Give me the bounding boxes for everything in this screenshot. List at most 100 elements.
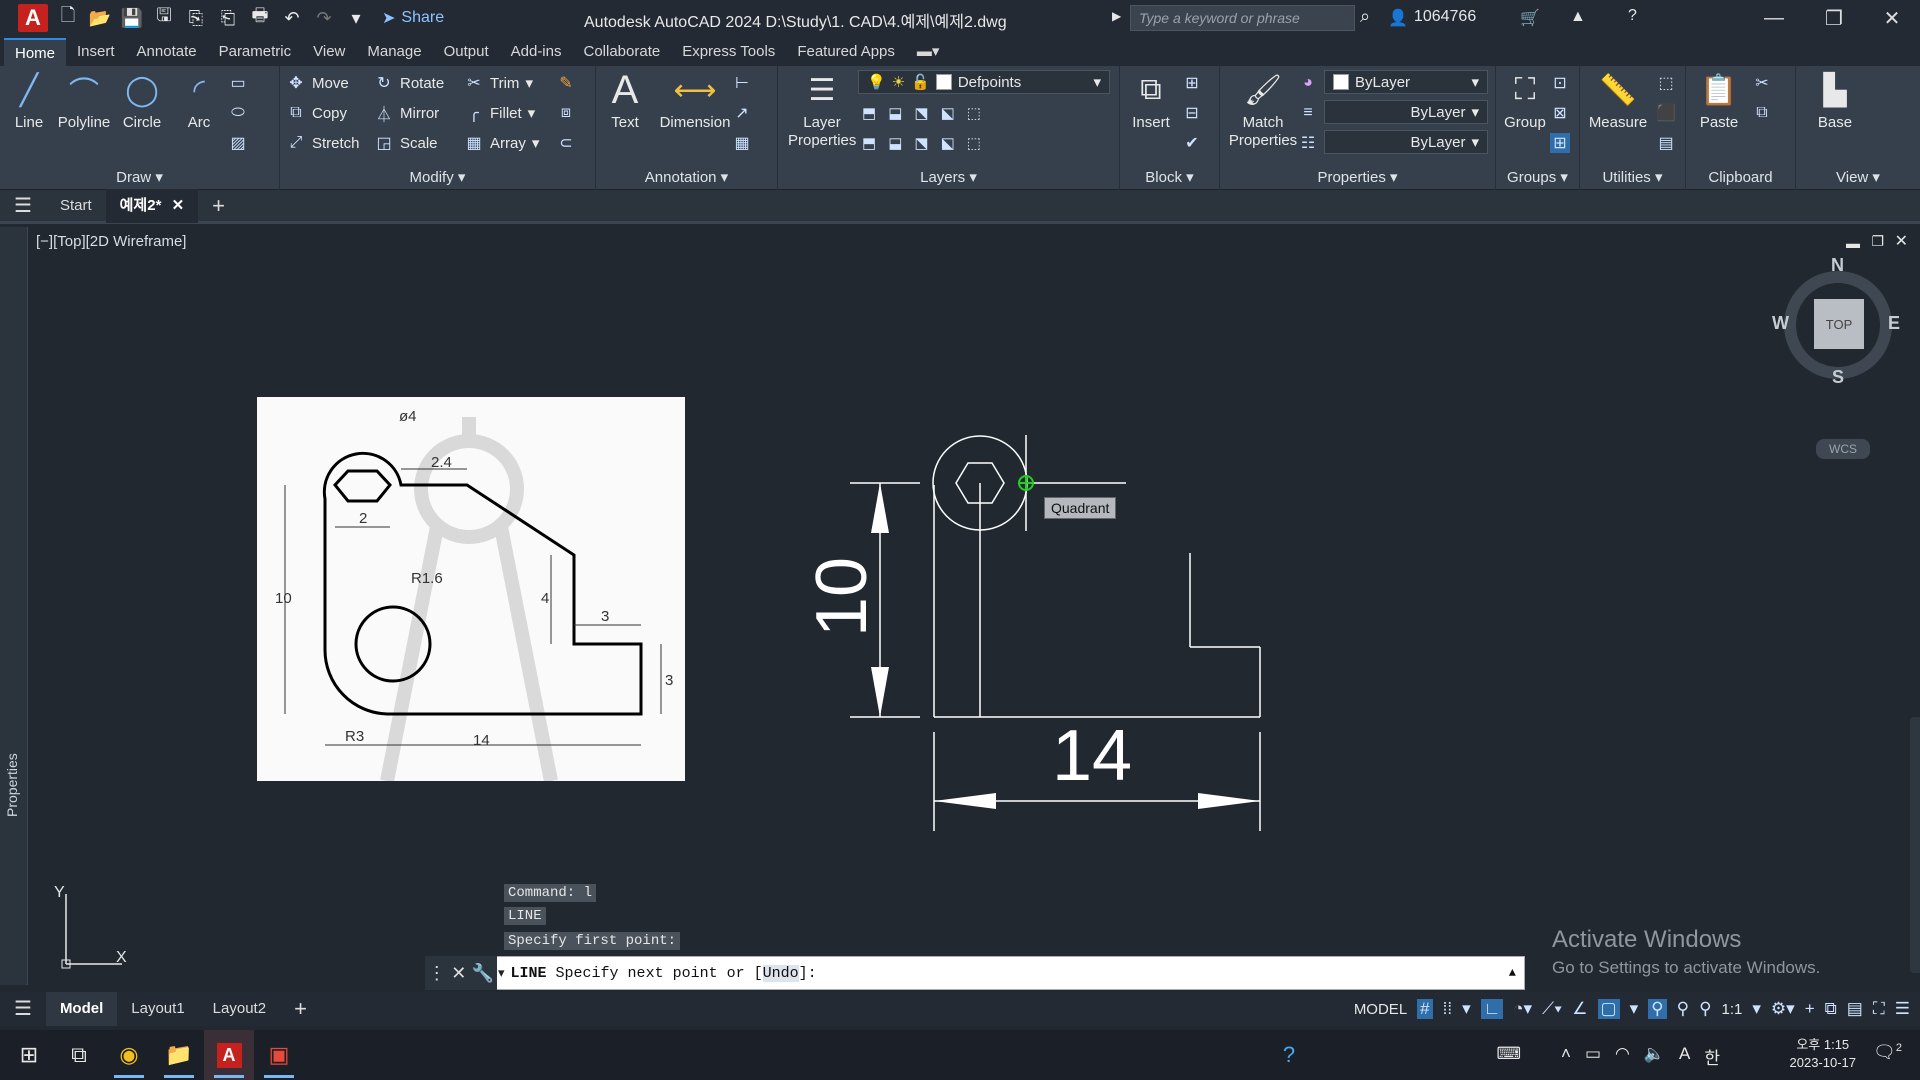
wcs-menu[interactable]: WCS bbox=[1816, 439, 1870, 459]
annotation-panel-title[interactable]: Annotation ▾ bbox=[596, 168, 777, 186]
ellipse-icon[interactable]: ⬭ bbox=[228, 100, 248, 126]
view-panel-title[interactable]: View ▾ bbox=[1796, 168, 1920, 186]
snap-icon[interactable]: ⁞⁞ bbox=[1443, 999, 1452, 1019]
circle-button[interactable]: ◯ Circle bbox=[113, 70, 171, 132]
polar-icon[interactable]: ◔▾ bbox=[1513, 999, 1532, 1019]
command-line[interactable]: ▾ LINE Specify next point or [Undo]: ▲ bbox=[425, 956, 1525, 990]
system-clock[interactable]: 오후 1:15 2023-10-17 bbox=[1790, 1036, 1857, 1072]
annotation-scale-icon[interactable]: ⚲ bbox=[1699, 999, 1711, 1019]
navigation-bar[interactable] bbox=[1910, 717, 1920, 973]
autocad-taskbar-icon[interactable]: A bbox=[204, 1030, 254, 1080]
annotation-scale-value[interactable]: 1:1 bbox=[1722, 1001, 1743, 1018]
arc-button[interactable]: ◜ Arc bbox=[170, 70, 228, 132]
compass-south[interactable]: S bbox=[1832, 367, 1844, 388]
viewcube-top-face[interactable]: TOP bbox=[1814, 299, 1864, 349]
tab-parametric[interactable]: Parametric bbox=[208, 38, 303, 66]
command-history-toggle-icon[interactable]: ▲ bbox=[1509, 966, 1516, 980]
move-button[interactable]: ✥ Move bbox=[286, 70, 348, 96]
undo-option[interactable]: Undo bbox=[762, 964, 799, 982]
block-attributes-icon[interactable]: ✔ bbox=[1182, 130, 1202, 156]
help-badge-icon[interactable]: ? bbox=[1264, 1030, 1314, 1080]
compass-north[interactable]: N bbox=[1831, 255, 1844, 276]
volume-icon[interactable]: 🔈 bbox=[1644, 1044, 1665, 1069]
open-web-icon[interactable]: ⎘ bbox=[184, 6, 208, 30]
copy-clip-icon[interactable]: ⧉ bbox=[1752, 100, 1772, 126]
ribbon-minimize-icon[interactable]: ▬▾ bbox=[906, 38, 951, 66]
rectangle-icon[interactable]: ▭ bbox=[228, 70, 248, 96]
insert-button[interactable]: ⧉ Insert bbox=[1122, 70, 1180, 131]
line-button[interactable]: ╱ Line bbox=[0, 70, 58, 132]
command-customize-icon[interactable]: 🔧 bbox=[472, 963, 494, 984]
tab-view[interactable]: View bbox=[302, 38, 356, 66]
calculator-icon[interactable]: ▤ bbox=[1656, 130, 1676, 156]
polyline-button[interactable]: ⌒ Polyline bbox=[52, 70, 116, 131]
groups-panel-title[interactable]: Groups ▾ bbox=[1496, 168, 1579, 186]
keyboard-icon[interactable]: ⌨ bbox=[1496, 1044, 1521, 1069]
layout-menu-icon[interactable]: ☰ bbox=[0, 992, 46, 1026]
pdf-app-icon[interactable]: ▣ bbox=[254, 1030, 304, 1080]
properties-palette-collapsed[interactable]: Properties bbox=[0, 227, 28, 985]
quick-select-icon[interactable]: ⬚ bbox=[1656, 70, 1676, 96]
command-grip-icon[interactable]: ⋮ bbox=[428, 963, 446, 984]
redo-icon[interactable]: ↷ bbox=[312, 6, 336, 30]
viewport-close-icon[interactable]: ✕ bbox=[1895, 231, 1908, 251]
draw-panel-title[interactable]: Draw ▾ bbox=[0, 168, 279, 186]
plot-icon[interactable]: 🖶 bbox=[248, 5, 272, 30]
save-as-icon[interactable]: 🖫 bbox=[152, 5, 176, 30]
table-icon[interactable]: ▦ bbox=[732, 130, 752, 156]
tab-layout2[interactable]: Layout2 bbox=[199, 992, 280, 1026]
ungroup-icon[interactable]: ⊡ bbox=[1550, 70, 1570, 96]
lineweight-dropdown[interactable]: ByLayer ▾ bbox=[1324, 130, 1488, 154]
group-edit-icon[interactable]: ⊠ bbox=[1550, 100, 1570, 126]
autodesk-a360-icon[interactable]: ▲ bbox=[1570, 8, 1586, 26]
rotate-button[interactable]: ↻ Rotate bbox=[374, 70, 444, 96]
dimension-button[interactable]: ⟷ Dimension bbox=[650, 70, 740, 132]
viewport-minimize-icon[interactable]: ▬ bbox=[1846, 235, 1860, 251]
quick-properties-icon[interactable]: ▤ bbox=[1847, 999, 1863, 1019]
battery-icon[interactable]: ▭ bbox=[1585, 1044, 1601, 1069]
compass-west[interactable]: W bbox=[1772, 313, 1789, 334]
viewport-controls[interactable]: [−][Top][2D Wireframe] bbox=[36, 233, 186, 250]
linear-dim-icon[interactable]: ⊢ bbox=[732, 70, 752, 96]
grid-icon[interactable]: # bbox=[1417, 999, 1433, 1019]
application-menu-button[interactable]: A bbox=[18, 4, 48, 32]
auto-scale-icon[interactable]: ⚲ bbox=[1677, 999, 1689, 1019]
tab-model[interactable]: Model bbox=[45, 992, 118, 1026]
language-indicator[interactable]: 한 bbox=[1704, 1044, 1720, 1069]
cart-icon[interactable]: 🛒 bbox=[1520, 8, 1540, 28]
customize-qat-icon[interactable]: ▾ bbox=[344, 6, 368, 30]
color-dropdown[interactable]: ByLayer ▾ bbox=[1324, 70, 1488, 94]
color-wheel-icon[interactable]: ◕ bbox=[1298, 70, 1318, 96]
block-panel-title[interactable]: Block ▾ bbox=[1120, 168, 1219, 186]
minimize-icon[interactable]: — bbox=[1746, 0, 1802, 36]
ime-mode[interactable]: A bbox=[1679, 1044, 1690, 1069]
chrome-icon[interactable]: ◉ bbox=[104, 1030, 154, 1080]
restore-icon[interactable]: ❐ bbox=[1806, 0, 1862, 36]
command-close-icon[interactable]: ✕ bbox=[451, 963, 466, 984]
base-view-button[interactable]: ▙ Base bbox=[1806, 70, 1864, 132]
open-file-icon[interactable]: 📂 bbox=[88, 6, 112, 30]
text-button[interactable]: A Text bbox=[596, 68, 654, 132]
tab-layout1[interactable]: Layout1 bbox=[117, 992, 198, 1026]
object-snap-menu-icon[interactable]: ▾ bbox=[1630, 999, 1639, 1019]
close-tab-icon[interactable]: ✕ bbox=[172, 197, 185, 214]
help-icon[interactable]: ? bbox=[1628, 7, 1637, 25]
file-tabs-menu-icon[interactable]: ☰ bbox=[0, 189, 46, 223]
user-account[interactable]: 👤 1064766 bbox=[1388, 8, 1476, 28]
customize-status-bar-icon[interactable]: ☰ bbox=[1895, 999, 1910, 1019]
cut-icon[interactable]: ✂ bbox=[1752, 70, 1772, 96]
annotation-visibility-icon[interactable]: ⚲ bbox=[1648, 999, 1667, 1019]
workspace-gear-icon[interactable]: ⚙▾ bbox=[1771, 999, 1795, 1019]
drawing-canvas[interactable]: [−][Top][2D Wireframe] ▬ ❐ ✕ ø4 2.4 2 10… bbox=[28, 227, 1920, 985]
units-icon[interactable]: ⧉ bbox=[1825, 999, 1837, 1019]
copy-button[interactable]: ⧉ Copy bbox=[286, 100, 347, 126]
annotation-scale-menu-icon[interactable]: ▾ bbox=[1752, 999, 1761, 1019]
snap-menu-icon[interactable]: ▾ bbox=[1462, 999, 1471, 1019]
tab-insert[interactable]: Insert bbox=[66, 38, 126, 66]
erase-icon[interactable]: ✎ bbox=[556, 70, 576, 96]
viewport-restore-icon[interactable]: ❐ bbox=[1871, 233, 1884, 250]
save-web-icon[interactable]: ⎗ bbox=[216, 6, 240, 30]
trim-button[interactable]: ✂ Trim ▾ bbox=[464, 70, 533, 96]
close-window-icon[interactable]: ✕ bbox=[1864, 0, 1920, 36]
show-hidden-icons[interactable]: ˄ bbox=[1561, 1044, 1571, 1069]
